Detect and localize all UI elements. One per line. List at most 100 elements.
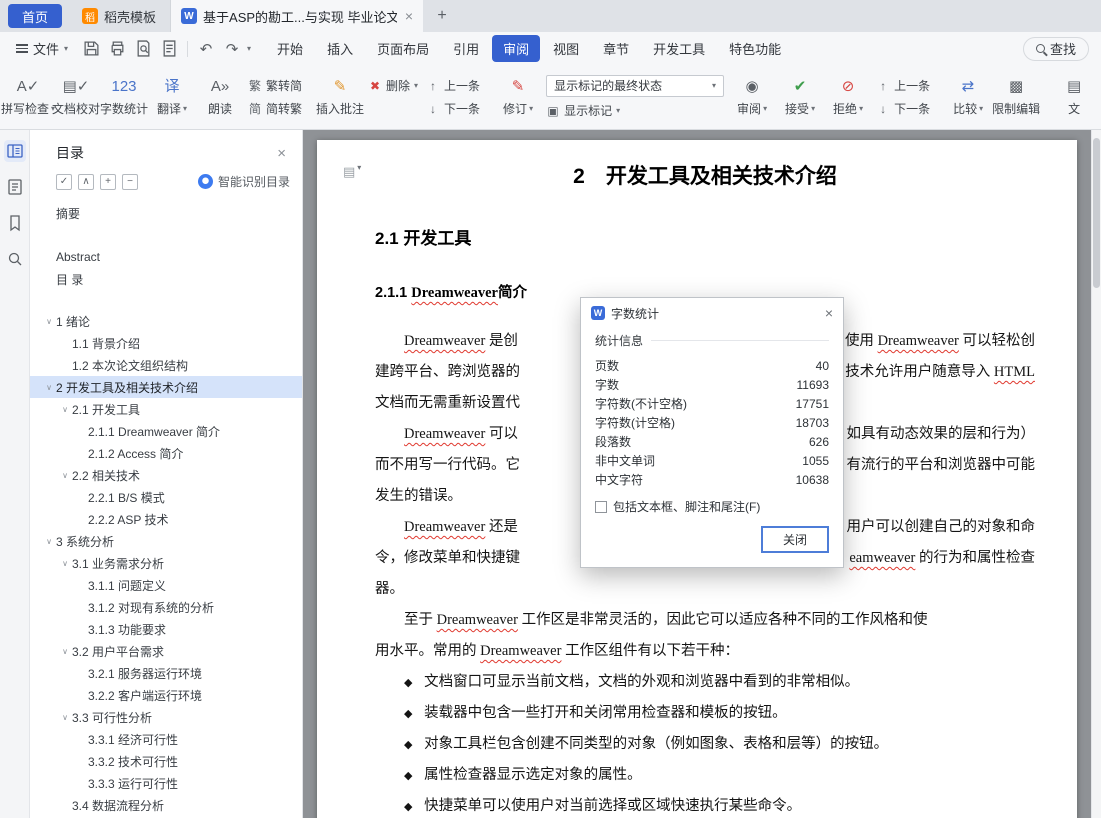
toc-item[interactable]: 3.3.2 技术可行性 <box>30 750 302 772</box>
toc-item[interactable]: 3.2.2 客户端运行环境 <box>30 684 302 706</box>
document-tab-close-icon[interactable] <box>405 8 413 24</box>
toolbar-more-icon[interactable] <box>247 45 251 53</box>
trad-to-simp-button[interactable]: 繁 繁转简 <box>248 77 302 95</box>
arrow-up-icon: ↑ <box>880 78 887 93</box>
toc-item[interactable]: 3.1.2 对现有系统的分析 <box>30 596 302 618</box>
undo-button[interactable] <box>195 38 217 60</box>
toc-item[interactable]: 2.1.2 Access 简介 <box>30 442 302 464</box>
docer-tab[interactable]: 稻 稻壳模板 <box>68 0 172 32</box>
toc-item[interactable]: 目 录 <box>30 268 302 290</box>
ribbon-tab[interactable]: 页面布局 <box>366 35 440 62</box>
toc-item[interactable]: 3.3 可行性分析 <box>30 706 302 728</box>
track-changes-button[interactable]: ✎ 修订 <box>494 73 542 121</box>
ribbon-tab[interactable]: 引用 <box>442 35 490 62</box>
toc-item[interactable]: 3.1.1 问题定义 <box>30 574 302 596</box>
review-button[interactable]: ◉ 审阅 <box>728 73 776 121</box>
document-text-line: 用水平。常用的 Dreamweaver 工作区组件有以下若干种： <box>375 643 740 659</box>
scrollbar-thumb[interactable] <box>1093 138 1100 288</box>
chevron-down-icon <box>58 559 72 568</box>
proofread-button[interactable]: ▤✓ 文档校对 <box>52 73 100 121</box>
show-markup-button[interactable]: ▣ 显示标记 <box>546 102 724 120</box>
toc-tool-icon[interactable]: − <box>122 173 138 190</box>
redo-button[interactable] <box>221 38 243 60</box>
ribbon-tab[interactable]: 视图 <box>542 35 590 62</box>
translate-button[interactable]: 译 翻译 <box>148 73 196 121</box>
toc-item[interactable]: 2 开发工具及相关技术介绍 <box>30 376 302 398</box>
new-tab-button[interactable]: + <box>429 4 455 28</box>
markup-state-select[interactable]: 显示标记的最终状态 <box>546 74 725 97</box>
toc-item[interactable]: 3.1 业务需求分析 <box>30 552 302 574</box>
toc-item[interactable]: 3.2 用户平台需求 <box>30 640 302 662</box>
toc-item[interactable]: 摘要 <box>30 202 302 224</box>
toc-tool-icon[interactable]: ∧ <box>78 173 94 190</box>
chapter-nav-icon[interactable] <box>4 176 26 198</box>
reject-button[interactable]: ⊘ 拒绝 <box>824 73 872 121</box>
search-icon[interactable] <box>4 248 26 270</box>
ribbon-tab[interactable]: 开始 <box>266 35 314 62</box>
docer-tab-label: 稻壳模板 <box>104 9 157 25</box>
word-count-button[interactable]: 123 字数统计 <box>100 73 148 121</box>
toc-item[interactable]: 1 绪论 <box>30 310 302 332</box>
next-comment-button[interactable]: ↓ 下一条 <box>426 100 480 118</box>
print-preview-button[interactable] <box>132 38 154 60</box>
include-footnotes-checkbox[interactable]: 包括文本框、脚注和尾注(F) <box>595 498 829 515</box>
bookmark-icon[interactable] <box>4 212 26 234</box>
chevron-down-icon <box>183 105 187 113</box>
dialog-close-icon[interactable] <box>825 305 833 321</box>
delete-comment-button[interactable]: ✖ 删除 <box>368 77 418 95</box>
clipped-ribbon-button[interactable]: ▤ 文 <box>1050 73 1098 121</box>
compare-icon: ⇄ <box>961 78 975 95</box>
insert-comment-button[interactable]: ✎ 插入批注 <box>316 73 364 121</box>
prev-change-button[interactable]: ↑ 上一条 <box>876 77 930 95</box>
toc-item[interactable]: 2.1.1 Dreamweaver 简介 <box>30 420 302 442</box>
save-button[interactable] <box>80 38 102 60</box>
toc-panel-icon[interactable] <box>3 140 26 162</box>
sidebar-close-icon[interactable] <box>277 145 286 162</box>
toc-item[interactable]: 3.3.1 经济可行性 <box>30 728 302 750</box>
restrict-edit-button[interactable]: ▩ 限制编辑 <box>992 73 1040 121</box>
toc-item[interactable]: Abstract <box>30 246 302 268</box>
ribbon-tab[interactable]: 开发工具 <box>642 35 716 62</box>
accept-button[interactable]: ✔ 接受 <box>776 73 824 121</box>
toc-item[interactable]: 1.2 本次论文组织结构 <box>30 354 302 376</box>
next-change-button[interactable]: ↓ 下一条 <box>876 100 930 118</box>
ribbon-tab[interactable]: 特色功能 <box>718 35 792 62</box>
vertical-scrollbar[interactable] <box>1091 130 1101 818</box>
proofread-icon: ▤✓ <box>62 78 90 95</box>
toc-item[interactable]: 2.1 开发工具 <box>30 398 302 420</box>
dialog-titlebar[interactable]: W 字数统计 <box>581 298 843 328</box>
close-button[interactable]: 关闭 <box>761 526 829 553</box>
toc-item[interactable]: 2.2.1 B/S 模式 <box>30 486 302 508</box>
ribbon-tab[interactable]: 章节 <box>592 35 640 62</box>
ribbon-tab[interactable]: 插入 <box>316 35 364 62</box>
toc-item[interactable]: 3.2.1 服务器运行环境 <box>30 662 302 684</box>
home-tab[interactable]: 首页 <box>8 4 63 28</box>
print-button[interactable] <box>106 38 128 60</box>
dialog-title: 字数统计 <box>611 306 660 321</box>
find-button[interactable]: 查找 <box>1022 36 1089 61</box>
ribbon-tab[interactable]: 审阅 <box>492 35 541 62</box>
smart-toc-icon <box>197 174 213 189</box>
prev-comment-button[interactable]: ↑ 上一条 <box>426 77 480 95</box>
simp-to-trad-button[interactable]: 简 简转繁 <box>248 100 302 118</box>
toc-tool-icon[interactable]: ✓ <box>56 173 72 190</box>
chevron-down-icon <box>58 405 72 414</box>
toc-item[interactable]: 3 系统分析 <box>30 530 302 552</box>
page-settings-icon[interactable]: ▤ <box>343 164 361 180</box>
smart-toc-button[interactable]: 智能识别目录 <box>197 173 290 190</box>
toc-item[interactable]: 2.2.2 ASP 技术 <box>30 508 302 530</box>
read-aloud-button[interactable]: A» 朗读 <box>196 73 244 121</box>
file-menu[interactable]: 文件 <box>8 39 76 58</box>
export-document-button[interactable] <box>158 38 180 60</box>
compare-button[interactable]: ⇄ 比较 <box>944 73 992 121</box>
checkbox-icon <box>595 500 607 513</box>
toc-item[interactable]: 2.2 相关技术 <box>30 464 302 486</box>
toc-item[interactable]: 3.4 数据流程分析 <box>30 794 302 816</box>
document-tab[interactable]: W 基于ASP的勘工...与实现 毕业论文 <box>171 0 424 32</box>
toc-item[interactable]: 1.1 背景介绍 <box>30 332 302 354</box>
spell-check-button[interactable]: A✓ 拼写检查 <box>1 73 52 121</box>
toc-sidebar: 目录 ✓ ∧ +− 智能识别目录 摘要 Abstract <box>30 130 303 818</box>
toc-item[interactable]: 3.1.3 功能要求 <box>30 618 302 640</box>
toc-item[interactable]: 3.3.3 运行可行性 <box>30 772 302 794</box>
toc-tool-icon[interactable]: + <box>100 173 116 190</box>
